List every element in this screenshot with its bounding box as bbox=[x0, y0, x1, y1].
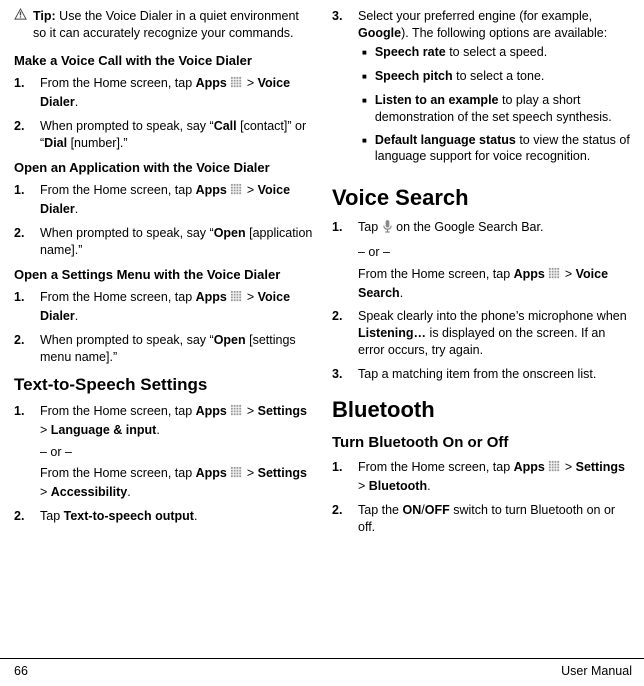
square-bullet-icon: ■ bbox=[362, 92, 367, 126]
list-item: 3. Select your preferred engine (for exa… bbox=[332, 8, 632, 171]
tip-block: Tip: Use the Voice Dialer in a quiet env… bbox=[14, 8, 314, 42]
list-item: ■Listen to an example to play a short de… bbox=[358, 92, 632, 126]
heading-tts: Text-to-Speech Settings bbox=[14, 374, 314, 397]
heading-bluetooth: Bluetooth bbox=[332, 395, 632, 425]
make-call-list: 1. From the Home screen, tap Apps > Voic… bbox=[14, 75, 314, 152]
engine-list: 3. Select your preferred engine (for exa… bbox=[332, 8, 632, 171]
list-item: ■Speech pitch to select a tone. bbox=[358, 68, 632, 86]
heading-bt-onoff: Turn Bluetooth On or Off bbox=[332, 433, 632, 453]
list-item: 2. When prompted to speak, say “Open [se… bbox=[14, 332, 314, 366]
heading-open-app: Open an Application with the Voice Diale… bbox=[14, 159, 314, 177]
or-separator: – or – bbox=[40, 444, 314, 461]
page-footer: 66 User Manual bbox=[0, 658, 644, 686]
mic-icon bbox=[382, 219, 393, 239]
apps-icon bbox=[230, 76, 243, 94]
list-item: 1. From the Home screen, tap Apps > Voic… bbox=[14, 289, 314, 325]
apps-icon bbox=[548, 267, 561, 285]
apps-icon bbox=[230, 183, 243, 201]
list-item: 2. When prompted to speak, say “Call [co… bbox=[14, 118, 314, 152]
tip-text: Tip: Use the Voice Dialer in a quiet env… bbox=[33, 8, 314, 42]
heading-voice-search: Voice Search bbox=[332, 183, 632, 213]
open-settings-list: 1. From the Home screen, tap Apps > Voic… bbox=[14, 289, 314, 366]
list-item: 1. Tap on the Google Search Bar. – or – … bbox=[332, 219, 632, 302]
left-column: Tip: Use the Voice Dialer in a quiet env… bbox=[14, 8, 314, 650]
square-bullet-icon: ■ bbox=[362, 68, 367, 86]
list-item: 2. When prompted to speak, say “Open [ap… bbox=[14, 225, 314, 259]
engine-options: ■Speech rate to select a speed. ■Speech … bbox=[358, 44, 632, 166]
list-item: 3. Tap a matching item from the onscreen… bbox=[332, 366, 632, 383]
list-item: 1. From the Home screen, tap Apps > Voic… bbox=[14, 75, 314, 111]
tts-list: 1. From the Home screen, tap Apps > Sett… bbox=[14, 403, 314, 525]
apps-icon bbox=[230, 404, 243, 422]
list-item: 1. From the Home screen, tap Apps > Sett… bbox=[14, 403, 314, 501]
right-column: 3. Select your preferred engine (for exa… bbox=[332, 8, 632, 650]
footer-label: User Manual bbox=[561, 663, 632, 680]
apps-icon bbox=[230, 290, 243, 308]
bluetooth-list: 1. From the Home screen, tap Apps > Sett… bbox=[332, 459, 632, 536]
open-app-list: 1. From the Home screen, tap Apps > Voic… bbox=[14, 182, 314, 259]
list-item: 2. Speak clearly into the phone’s microp… bbox=[332, 308, 632, 359]
heading-make-call: Make a Voice Call with the Voice Dialer bbox=[14, 52, 314, 70]
heading-open-settings: Open a Settings Menu with the Voice Dial… bbox=[14, 266, 314, 284]
caution-icon bbox=[14, 8, 27, 42]
apps-icon bbox=[548, 460, 561, 478]
list-item: 2. Tap the ON/OFF switch to turn Bluetoo… bbox=[332, 502, 632, 536]
page-content: Tip: Use the Voice Dialer in a quiet env… bbox=[0, 0, 644, 650]
or-separator: – or – bbox=[358, 244, 632, 261]
list-item: ■Speech rate to select a speed. bbox=[358, 44, 632, 62]
square-bullet-icon: ■ bbox=[362, 44, 367, 62]
list-item: 2. Tap Text-to-speech output. bbox=[14, 508, 314, 525]
list-item: ■Default language status to view the sta… bbox=[358, 132, 632, 166]
voice-search-list: 1. Tap on the Google Search Bar. – or – … bbox=[332, 219, 632, 383]
apps-icon bbox=[230, 466, 243, 484]
square-bullet-icon: ■ bbox=[362, 132, 367, 166]
list-item: 1. From the Home screen, tap Apps > Voic… bbox=[14, 182, 314, 218]
page-number: 66 bbox=[14, 663, 28, 680]
list-item: 1. From the Home screen, tap Apps > Sett… bbox=[332, 459, 632, 495]
